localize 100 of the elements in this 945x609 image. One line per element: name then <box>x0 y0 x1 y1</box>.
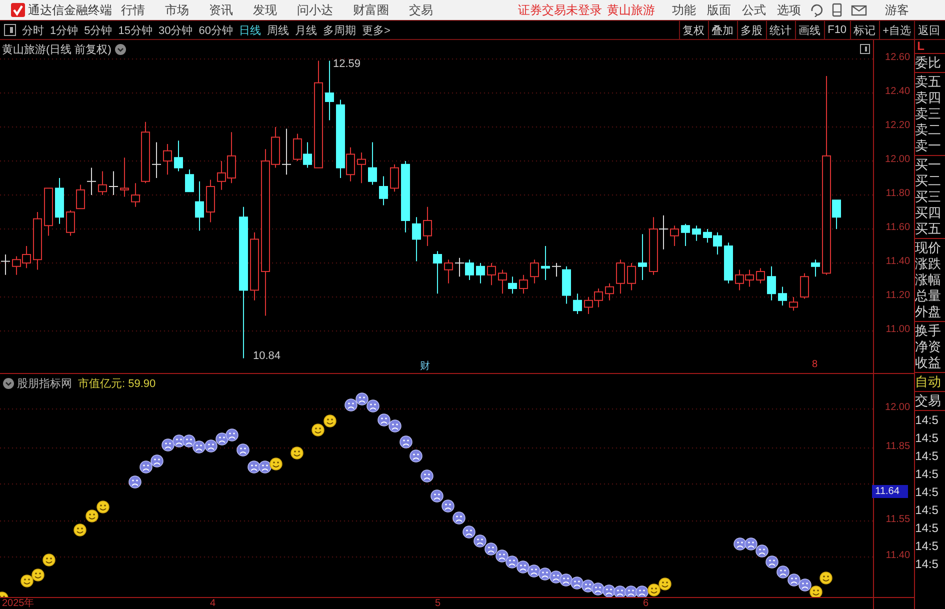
candlestick <box>44 188 53 236</box>
happy-face-marker <box>20 574 34 588</box>
sad-face-marker <box>624 586 638 597</box>
sad-face-marker <box>592 582 604 596</box>
candlestick <box>66 210 75 236</box>
stock-name-link[interactable]: 黄山旅游 <box>607 2 655 18</box>
sad-face-marker <box>636 586 648 597</box>
menu-item[interactable]: 发现 <box>253 2 277 18</box>
quote-field-label: 净资 <box>915 339 942 355</box>
happy-face-marker <box>312 424 324 436</box>
period-tab[interactable]: 15分钟 <box>118 22 152 38</box>
quote-field-label: 现价 <box>915 240 942 256</box>
candlestick <box>293 133 302 162</box>
quote-field-label: 卖五 <box>915 74 942 90</box>
chart-title: 黄山旅游(日线 前复权) <box>2 43 112 57</box>
happy-face-marker <box>42 554 56 566</box>
sad-face-marker <box>192 440 206 454</box>
candlestick <box>692 225 701 242</box>
sad-face-marker <box>528 564 540 578</box>
sad-face-marker <box>788 574 800 586</box>
menu-item[interactable]: 交易 <box>409 2 433 18</box>
indicator-reading: 市值亿元: 59.90 <box>78 376 156 391</box>
trade-time: 14:5 <box>915 502 940 519</box>
happy-face-marker <box>820 572 832 584</box>
user-label[interactable]: 游客 <box>885 2 909 18</box>
sad-face-marker <box>538 568 552 580</box>
period-tab[interactable]: 1分钟 <box>50 22 78 38</box>
trade-time: 14:5 <box>915 520 940 537</box>
menu-item[interactable]: 行情 <box>121 2 145 18</box>
price-axis-label: 11.00 <box>886 324 910 336</box>
price-axis-label: 11.60 <box>886 222 910 234</box>
candlestick <box>108 170 118 196</box>
period-tab[interactable]: 月线 <box>295 22 317 38</box>
menu-item[interactable]: 版面 <box>707 2 731 18</box>
candlestick <box>282 128 292 176</box>
candlestick <box>498 269 507 294</box>
period-tab[interactable]: 5分钟 <box>84 22 112 38</box>
indicator-axis-label: 11.55 <box>886 514 910 526</box>
menu-item[interactable]: 财富圈 <box>353 2 389 18</box>
happy-face-marker <box>86 510 98 522</box>
app-title: 通达信金融终端 <box>28 2 112 18</box>
sad-face-marker <box>400 436 412 448</box>
menu-item[interactable]: 选项 <box>777 2 801 18</box>
sad-face-marker <box>236 444 250 456</box>
low-price-label: 10.84 <box>253 350 281 362</box>
sad-face-marker <box>378 414 390 426</box>
sad-face-marker <box>344 398 358 412</box>
period-tab[interactable]: 60分钟 <box>198 22 233 38</box>
quote-field-label: 卖二 <box>915 122 942 138</box>
sad-face-marker <box>734 538 746 550</box>
dropdown-icon[interactable] <box>115 44 126 55</box>
sad-face-marker <box>442 500 454 512</box>
sad-face-marker <box>410 450 422 462</box>
sad-face-marker <box>204 440 218 452</box>
period-tab[interactable]: 多周期 <box>323 22 356 38</box>
candlestick <box>444 259 453 284</box>
candlestick <box>379 176 388 206</box>
candlestick <box>594 288 603 308</box>
candlestick <box>681 223 690 246</box>
sad-face-marker <box>560 574 572 586</box>
candlestick <box>86 167 96 196</box>
period-tab[interactable]: 30分钟 <box>158 22 193 38</box>
happy-face-marker <box>290 446 304 460</box>
candlestick <box>508 276 517 294</box>
login-notice: 证券交易未登录 <box>518 2 602 18</box>
candlestick <box>163 144 172 176</box>
period-tab[interactable]: 更多> <box>362 22 390 38</box>
sad-face-marker <box>496 550 508 562</box>
menu-item[interactable]: 资讯 <box>209 2 233 18</box>
sad-face-marker <box>430 490 444 502</box>
candlestick <box>76 184 85 210</box>
candlestick <box>357 152 366 184</box>
sad-face-marker <box>462 526 476 538</box>
candlestick <box>390 164 399 192</box>
sad-face-marker <box>756 544 768 558</box>
sad-face-marker <box>484 542 498 556</box>
quote-field-label: 自动 <box>915 374 942 390</box>
candlestick <box>627 262 636 291</box>
quote-field-label: 涨幅 <box>915 272 942 288</box>
menu-item[interactable]: 功能 <box>672 2 696 18</box>
refresh-icon[interactable] <box>809 3 823 17</box>
menu-item[interactable]: 问小达 <box>297 2 333 18</box>
period-tab[interactable]: 日线 <box>239 22 261 38</box>
candlestick <box>206 179 215 223</box>
mail-icon[interactable] <box>851 4 867 16</box>
dropdown-icon[interactable] <box>3 378 14 389</box>
candlestick <box>670 225 679 246</box>
period-tab[interactable]: 周线 <box>267 22 289 38</box>
toolbar-button[interactable]: +自选 <box>878 21 914 39</box>
sad-face-marker <box>614 586 626 597</box>
candlestick <box>800 272 809 300</box>
menu-item[interactable]: 公式 <box>742 2 766 18</box>
quote-field-label: 委比 <box>915 55 942 71</box>
period-tab[interactable]: 分时 <box>22 22 44 38</box>
menu-item[interactable]: 市场 <box>165 2 189 18</box>
candlestick <box>368 142 377 186</box>
panel-toggle-icon[interactable] <box>860 44 870 54</box>
phone-icon[interactable] <box>831 3 843 17</box>
happy-face-marker <box>648 584 660 596</box>
panel-toggle-icon[interactable] <box>4 24 16 36</box>
